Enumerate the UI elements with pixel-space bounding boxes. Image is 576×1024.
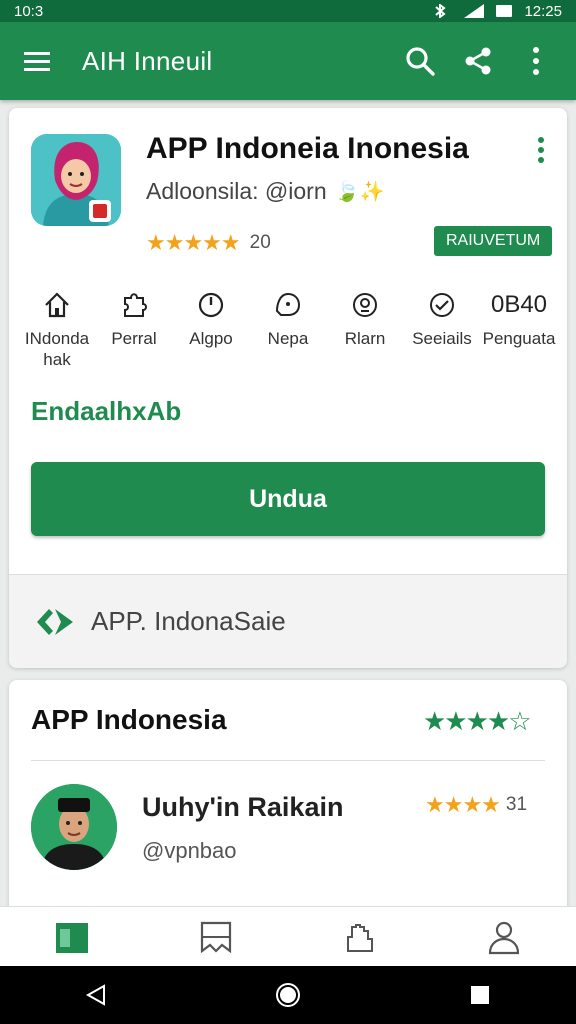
check-icon [430,293,454,317]
chat-icon [275,292,301,316]
details-link[interactable]: EndaalhxAb [31,396,181,427]
avatar[interactable] [31,784,117,870]
battery-icon [496,5,513,17]
account-icon [488,921,520,954]
reviews-card: APP Indonesia ★★★★☆ Uuhy'in Raikain @vpn… [9,680,567,940]
home-circle-icon [276,983,300,1007]
feature-item[interactable]: Seeiails [406,290,478,371]
features-row: INdonda hak Perral Algpo Nepa Rlarn Seei… [21,290,556,371]
feature-label: INdonda hak [24,329,90,370]
more-vert-icon [533,47,539,75]
search-button[interactable] [402,43,438,79]
avatar-illustration-icon [31,134,121,226]
reviewer-count: 31 [505,794,528,815]
menu-icon[interactable] [22,49,52,73]
premium-badge[interactable]: RAIUVETUM [434,226,553,256]
apps-icon [56,922,88,953]
nav-hand[interactable] [330,912,390,962]
status-clock: 12:25 [524,2,562,20]
status-bar: 10:3 12:25 [0,0,576,22]
nav-apps[interactable] [42,912,102,962]
back-icon [85,984,105,1006]
developer-name[interactable]: Adloonsila: @iorn [146,178,327,205]
app-icon[interactable] [31,134,121,226]
share-icon [465,47,491,75]
app-details-card: APP Indoneia Inonesia Adloonsila: @iorn … [9,108,567,668]
status-time: 10:3 [14,2,44,20]
reviewer-stars: ★★★★ [425,792,501,817]
system-nav [0,966,576,1024]
puzzle-icon [124,293,147,317]
feature-label: Seeiails [412,329,472,348]
reviewer-handle[interactable]: @vpnbao [142,838,237,864]
feature-item[interactable]: 0B40 Penguata [482,290,556,371]
store-logo-icon [37,608,73,635]
reviewer-name: Uuhy'in Raikain [142,792,344,822]
reviewer-avatar-icon [31,784,117,870]
feature-item[interactable]: Rlarn [329,290,401,371]
bluetooth-icon [435,4,447,18]
feature-item[interactable]: Nepa [252,290,324,371]
feature-item[interactable]: Perral [98,290,170,371]
recents-button[interactable] [460,975,500,1015]
promo-text: APP. IndonaSaie [91,606,286,636]
badge-icon [353,293,377,317]
divider [31,760,545,761]
reviewer-rating: ★★★★ 31 [425,792,527,818]
signal-icon [464,4,485,18]
nav-account[interactable] [474,912,534,962]
reviews-title: APP Indonesia [31,704,227,735]
bookmark-icon [200,921,232,953]
home-button[interactable] [268,975,308,1015]
developer-emoji: 🍃✨ [334,181,385,203]
feature-label: Penguata [482,329,556,348]
developer-line: Adloonsila: @iorn 🍃✨ [146,178,384,205]
rating-stars: ★★★★★ [146,230,241,255]
feature-item[interactable]: INdonda hak [21,290,93,371]
back-button[interactable] [76,975,116,1015]
feature-label: Algpo [189,329,233,348]
rating-row: ★★★★★ 20 [146,230,271,256]
app-name: APP Indoneia Inonesia [146,132,469,165]
home-icon [45,292,69,318]
feature-label: Perral [111,329,157,348]
feature-item[interactable]: Algpo [175,290,247,371]
recents-icon [471,986,489,1004]
clock-icon [198,292,224,318]
rating-count: 20 [249,232,271,253]
share-button[interactable] [460,43,496,79]
install-button[interactable]: Undua [31,462,545,536]
app-bar-title: AIH Inneuil [82,45,213,76]
feature-label: Rlarn [344,329,386,348]
feature-code: 0B40 [490,291,548,318]
promo-banner[interactable]: APP. IndonaSaie [9,574,567,668]
hand-icon [347,923,373,952]
app-bar: AIH Inneuil [0,22,576,100]
more-button[interactable] [518,43,554,79]
nav-bookmark[interactable] [186,912,246,962]
app-more-icon[interactable] [534,136,548,164]
reviews-stars: ★★★★☆ [423,706,532,736]
feature-label: Nepa [267,329,309,348]
bottom-nav [0,906,576,966]
search-icon [406,47,435,76]
